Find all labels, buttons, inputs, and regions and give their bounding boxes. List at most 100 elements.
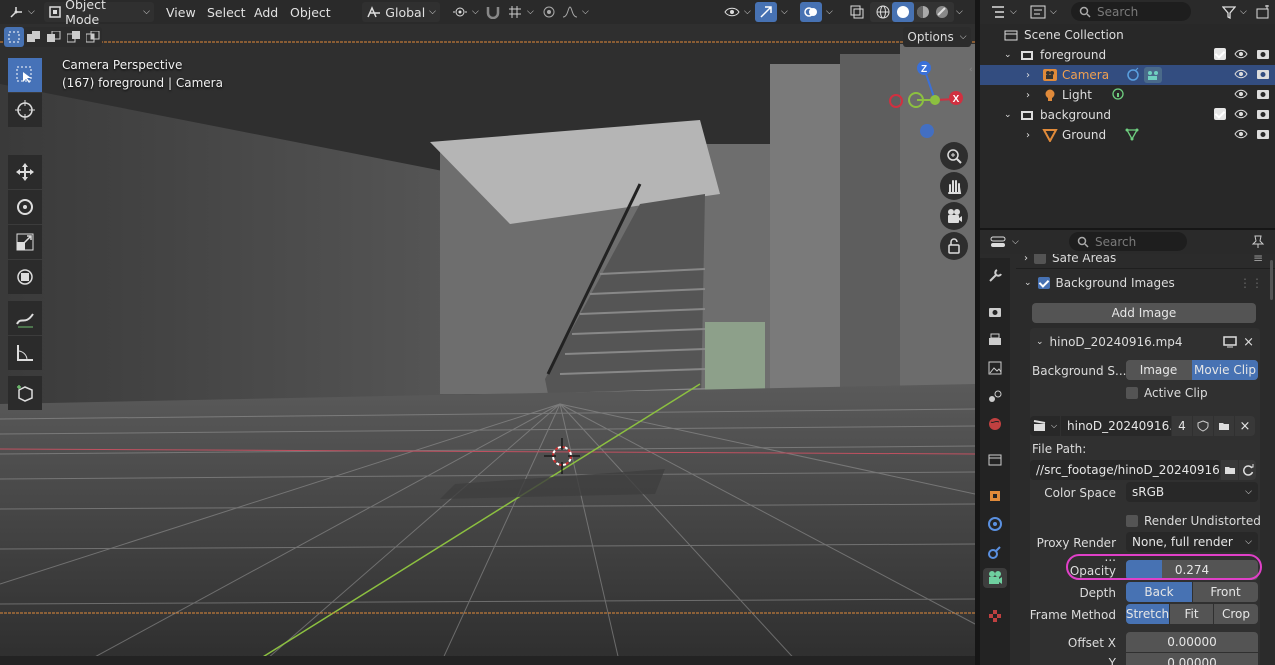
chevron-down-icon[interactable]: ⌄: [1004, 50, 1020, 60]
render-undistorted-checkbox[interactable]: [1126, 515, 1138, 527]
shading-solid[interactable]: [892, 2, 914, 22]
unlink-clip-button[interactable]: ×: [1235, 416, 1255, 436]
tab-tool[interactable]: [985, 266, 1005, 286]
proxy-render-select[interactable]: None, full render ⌵: [1126, 532, 1258, 552]
shading-wireframe[interactable]: [872, 2, 894, 22]
add-cube-tool[interactable]: [8, 376, 42, 410]
tab-texture[interactable]: [985, 606, 1005, 626]
menu-select[interactable]: Select: [207, 2, 246, 22]
tab-output[interactable]: [985, 330, 1005, 350]
overlays-toggle[interactable]: [800, 2, 822, 22]
select-subtract-button[interactable]: [44, 27, 64, 47]
frame-method-crop[interactable]: Crop: [1214, 604, 1258, 624]
chevron-right-icon[interactable]: ›: [1026, 90, 1042, 101]
display-mode-button[interactable]: ⌵: [1026, 2, 1061, 22]
camera-view-button[interactable]: [940, 202, 968, 230]
tab-object[interactable]: [985, 486, 1005, 506]
eye-icon[interactable]: [1234, 68, 1248, 80]
bg-source-movie-clip[interactable]: Movie Clip: [1192, 360, 1258, 380]
fake-user-button[interactable]: [1193, 416, 1213, 436]
transform-orientation-selector[interactable]: Global ⌵: [362, 2, 440, 22]
background-images-header[interactable]: ⌄ Background Images ⋮⋮: [1016, 273, 1275, 293]
snap-toggle[interactable]: [481, 2, 505, 22]
filter-button[interactable]: ⌵: [1218, 2, 1251, 22]
measure-tool[interactable]: [8, 336, 42, 370]
clip-browse-button[interactable]: ⌵: [1030, 416, 1060, 436]
tab-collection[interactable]: [985, 450, 1005, 470]
select-extend-button[interactable]: [24, 27, 44, 47]
pin-icon[interactable]: [1251, 235, 1269, 249]
navigation-gizmo[interactable]: Z X: [884, 56, 974, 146]
new-collection-button[interactable]: [1252, 2, 1274, 22]
falloff-button[interactable]: ⌵: [558, 2, 593, 22]
background-images-checkbox[interactable]: [1037, 277, 1050, 289]
frame-method-fit[interactable]: Fit: [1170, 604, 1213, 624]
shading-rendered[interactable]: [931, 2, 953, 22]
menu-view[interactable]: View: [166, 2, 196, 22]
eye-icon[interactable]: [1234, 48, 1248, 60]
zoom-button[interactable]: [940, 142, 968, 170]
snap-target-button[interactable]: ⌵: [503, 2, 538, 22]
editor-type-button[interactable]: ⌵: [4, 2, 39, 22]
options-button[interactable]: Options ⌵: [903, 27, 971, 47]
select-intersect-button[interactable]: [84, 27, 102, 47]
clip-users-count[interactable]: 4: [1172, 416, 1192, 436]
color-space-select[interactable]: sRGB ⌵: [1126, 482, 1258, 502]
tab-view-layer[interactable]: [985, 358, 1005, 378]
render-undistorted-row[interactable]: Render Undistorted: [1126, 514, 1261, 528]
annotate-tool[interactable]: [8, 301, 42, 335]
outliner-root[interactable]: Scene Collection: [980, 25, 1275, 45]
tab-constraints[interactable]: [985, 542, 1005, 562]
outliner-search-input[interactable]: Search: [1071, 2, 1191, 21]
select-box-tool[interactable]: [8, 58, 42, 92]
scale-tool[interactable]: [8, 225, 42, 259]
menu-add[interactable]: Add: [254, 2, 278, 22]
reload-button[interactable]: [1239, 460, 1256, 480]
frame-method-stretch[interactable]: Stretch: [1126, 604, 1169, 624]
tab-world[interactable]: [985, 414, 1005, 434]
proportional-edit-toggle[interactable]: [538, 2, 560, 22]
transform-tool[interactable]: [8, 260, 42, 294]
lock-camera-button[interactable]: [940, 232, 968, 260]
active-clip-checkbox[interactable]: [1126, 387, 1138, 399]
chevron-right-icon[interactable]: ›: [1026, 130, 1042, 141]
gizmo-toggle[interactable]: [755, 2, 777, 22]
tab-render[interactable]: [985, 302, 1005, 322]
chevron-down-icon[interactable]: ⌄: [1004, 110, 1020, 120]
drag-handle-icon[interactable]: ⋮⋮: [1239, 276, 1263, 290]
render-camera-icon[interactable]: [1256, 68, 1270, 80]
clip-subpanel-header[interactable]: ⌄ hinoD_20240916.mp4 ×: [1030, 332, 1260, 352]
mode-selector[interactable]: Object Mode ⌵: [44, 0, 154, 27]
collapse-arrow-icon[interactable]: ‹: [969, 65, 973, 75]
clip-name-field[interactable]: hinoD_20240916...: [1061, 416, 1171, 436]
file-path-field[interactable]: //src_footage/hinoD_20240916...: [1030, 460, 1220, 480]
exclude-checkbox[interactable]: [1214, 48, 1226, 60]
move-tool[interactable]: [8, 155, 42, 189]
eye-icon[interactable]: [1234, 88, 1248, 100]
select-difference-button[interactable]: [64, 27, 84, 47]
3d-viewport[interactable]: Camera Perspective (167) foreground | Ca…: [0, 24, 975, 665]
add-image-button[interactable]: Add Image: [1032, 303, 1256, 323]
pan-button[interactable]: [940, 172, 968, 200]
render-camera-icon[interactable]: [1256, 48, 1270, 60]
tab-camera-data[interactable]: [983, 568, 1007, 588]
visibility-button[interactable]: ⌵: [720, 2, 755, 22]
tab-scene[interactable]: [985, 386, 1005, 406]
eye-icon[interactable]: [1234, 108, 1248, 120]
bg-source-image[interactable]: Image: [1126, 360, 1191, 380]
active-clip-row[interactable]: Active Clip: [1126, 386, 1208, 400]
close-icon[interactable]: ×: [1243, 335, 1254, 350]
monitor-icon[interactable]: [1223, 336, 1237, 348]
depth-back[interactable]: Back: [1126, 582, 1192, 602]
render-camera-icon[interactable]: [1256, 108, 1270, 120]
pivot-point-button[interactable]: ⌵: [448, 2, 483, 22]
overlays-dropdown[interactable]: ⌵: [822, 2, 837, 22]
offset-y-field[interactable]: 0.00000: [1126, 653, 1258, 665]
select-new-button[interactable]: [4, 27, 24, 47]
render-camera-icon[interactable]: [1256, 128, 1270, 140]
gizmo-dropdown[interactable]: ⌵: [777, 2, 792, 22]
xray-toggle[interactable]: [846, 2, 868, 22]
properties-search-input[interactable]: Search: [1069, 232, 1187, 251]
depth-front[interactable]: Front: [1193, 582, 1258, 602]
tab-physics[interactable]: [985, 514, 1005, 534]
